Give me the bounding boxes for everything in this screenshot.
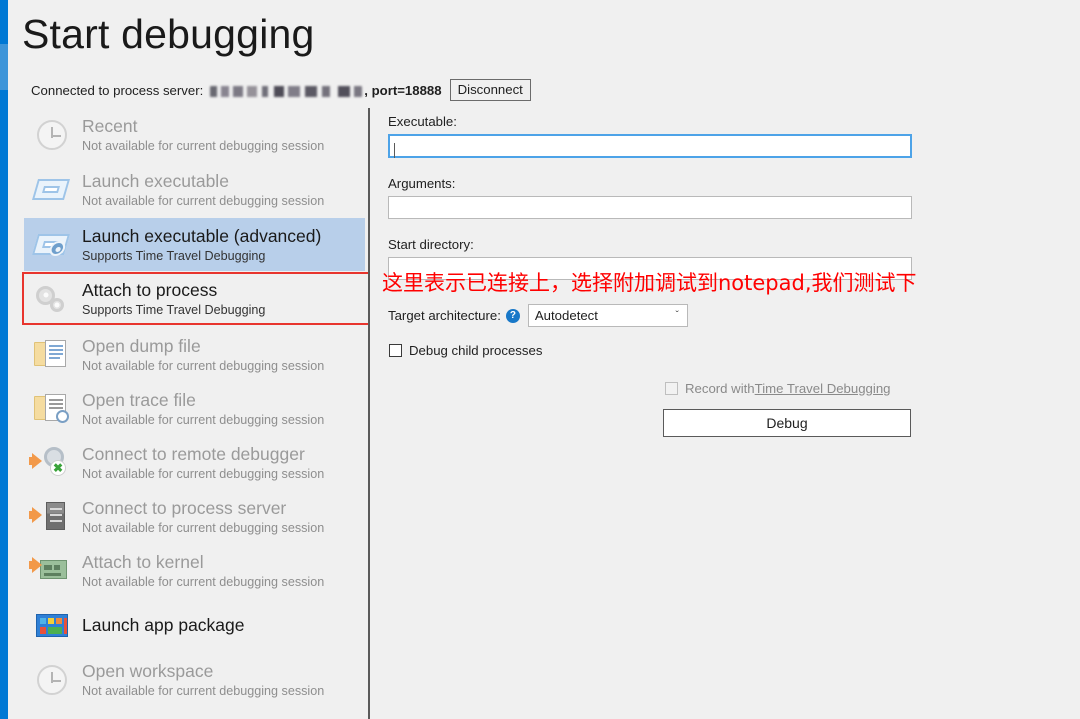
sidebar-item-title: Attach to kernel xyxy=(82,551,204,572)
arguments-field-group: Arguments: xyxy=(388,176,912,219)
executable-label: Executable: xyxy=(388,114,457,129)
text-caret xyxy=(394,143,395,158)
sidebar-item-subtitle: Not available for current debugging sess… xyxy=(82,412,325,427)
connect-remote-debugger-icon: ✖ xyxy=(29,445,72,481)
sidebar-item-subtitle: Not available for current debugging sess… xyxy=(82,193,325,208)
target-architecture-select[interactable]: Autodetect ˇ xyxy=(527,304,688,327)
sidebar-item-subtitle: Supports Time Travel Debugging xyxy=(82,248,266,263)
sidebar-item-title: Open workspace xyxy=(82,660,214,681)
start-directory-field-group: Start directory: xyxy=(388,237,912,280)
debug-child-processes-checkbox[interactable] xyxy=(389,344,402,357)
debug-target-sidebar: Recent Not available for current debuggi… xyxy=(8,108,370,719)
record-ttd-checkbox[interactable] xyxy=(665,382,678,395)
executable-field-group: Executable: xyxy=(388,114,912,158)
clock-icon xyxy=(32,662,72,698)
page-title: Start debugging xyxy=(22,11,315,57)
sidebar-item-subtitle: Not available for current debugging sess… xyxy=(82,466,325,481)
sidebar-item-launch-executable[interactable]: Launch executable Not available for curr… xyxy=(24,163,365,216)
launch-executable-advanced-icon xyxy=(31,227,72,263)
connection-label: Connected to process server: xyxy=(31,82,204,98)
connection-status-bar: Connected to process server: , port=1888… xyxy=(31,79,531,101)
sidebar-item-title: Connect to remote debugger xyxy=(82,443,305,464)
sidebar-item-title: Open dump file xyxy=(82,335,201,356)
left-accent-strip xyxy=(0,0,8,719)
debug-child-processes-row[interactable]: Debug child processes xyxy=(389,343,542,358)
record-ttd-label: Record with xyxy=(685,381,755,396)
sidebar-item-subtitle: Not available for current debugging sess… xyxy=(82,683,325,698)
connection-port: , port=18888 xyxy=(364,82,442,98)
start-directory-label: Start directory: xyxy=(388,237,474,252)
sidebar-item-title: Open trace file xyxy=(82,389,196,410)
debug-child-processes-label: Debug child processes xyxy=(409,343,543,358)
sidebar-item-subtitle: Not available for current debugging sess… xyxy=(82,138,325,153)
arguments-input[interactable] xyxy=(388,196,912,219)
debug-button[interactable]: Debug xyxy=(663,409,911,437)
left-accent-highlight xyxy=(0,44,8,90)
sidebar-item-subtitle: Supports Time Travel Debugging xyxy=(82,302,266,317)
chevron-down-icon: ˇ xyxy=(675,310,679,321)
executable-input[interactable] xyxy=(388,134,912,158)
disconnect-button[interactable]: Disconnect xyxy=(449,79,531,101)
target-architecture-group: Target architecture: ? Autodetect ˇ xyxy=(388,304,688,327)
open-dump-file-icon xyxy=(32,337,72,373)
sidebar-item-open-trace-file[interactable]: Open trace file Not available for curren… xyxy=(24,382,365,435)
start-directory-input[interactable] xyxy=(388,257,912,280)
sidebar-item-title: Attach to process xyxy=(82,279,218,300)
sidebar-item-attach-to-process[interactable]: Attach to process Supports Time Travel D… xyxy=(22,272,368,325)
attach-to-kernel-icon xyxy=(29,553,72,589)
sidebar-item-title: Launch app package xyxy=(82,614,245,635)
sidebar-item-title: Launch executable (advanced) xyxy=(82,225,322,246)
sidebar-item-attach-to-kernel[interactable]: Attach to kernel Not available for curre… xyxy=(24,544,365,597)
help-icon[interactable]: ? xyxy=(505,308,520,323)
launch-app-package-icon xyxy=(32,608,72,644)
sidebar-item-subtitle: Not available for current debugging sess… xyxy=(82,358,325,373)
sidebar-item-recent[interactable]: Recent Not available for current debuggi… xyxy=(24,108,365,161)
sidebar-item-title: Recent xyxy=(82,115,138,136)
sidebar-item-open-workspace[interactable]: Open workspace Not available for current… xyxy=(24,653,365,706)
connect-process-server-icon xyxy=(29,499,72,535)
start-debugging-window: Start debugging Connected to process ser… xyxy=(0,0,1080,719)
record-ttd-row[interactable]: Record with Time Travel Debugging xyxy=(665,381,891,396)
sidebar-item-launch-executable-advanced[interactable]: Launch executable (advanced) Supports Ti… xyxy=(24,218,365,271)
target-architecture-label: Target architecture: xyxy=(388,308,501,323)
sidebar-item-subtitle: Not available for current debugging sess… xyxy=(82,520,325,535)
sidebar-item-open-dump-file[interactable]: Open dump file Not available for current… xyxy=(24,328,365,381)
target-architecture-value: Autodetect xyxy=(534,308,598,323)
launch-executable-icon xyxy=(31,172,72,208)
open-trace-file-icon xyxy=(32,391,72,427)
sidebar-item-connect-remote-debugger[interactable]: ✖ Connect to remote debugger Not availab… xyxy=(24,436,365,489)
sidebar-item-connect-process-server[interactable]: Connect to process server Not available … xyxy=(24,490,365,543)
sidebar-item-title: Launch executable xyxy=(82,170,229,191)
clock-icon xyxy=(32,117,72,153)
sidebar-item-title: Connect to process server xyxy=(82,497,287,518)
sidebar-item-subtitle: Not available for current debugging sess… xyxy=(82,574,325,589)
server-name-redacted xyxy=(210,85,363,97)
time-travel-debugging-link[interactable]: Time Travel Debugging xyxy=(755,381,891,396)
sidebar-item-launch-app-package[interactable]: Launch app package xyxy=(24,599,365,652)
gears-icon xyxy=(32,281,72,317)
arguments-label: Arguments: xyxy=(388,176,456,191)
